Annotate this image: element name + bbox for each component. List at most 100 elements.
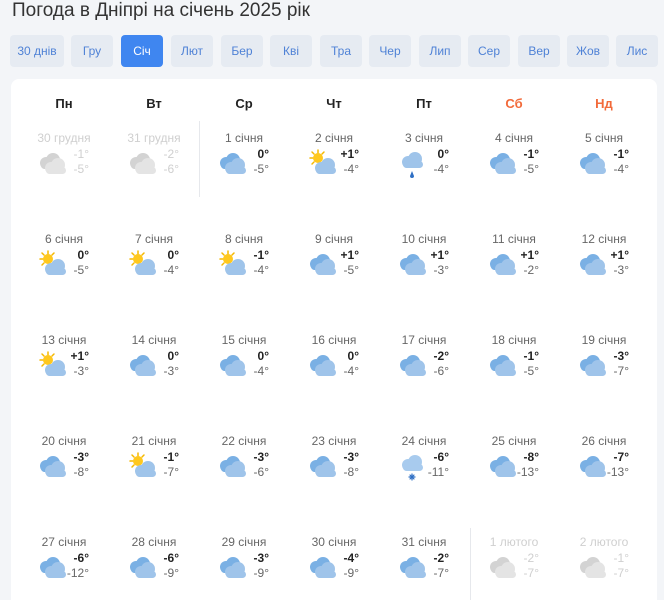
day-cell[interactable]: 1 лютого -2° -7° xyxy=(469,535,559,600)
day-date: 14 січня xyxy=(131,333,177,347)
page-title: Погода в Дніпрі на січень 2025 рік xyxy=(12,0,310,21)
temp-low: -3° xyxy=(163,364,179,378)
temp-high: 0° xyxy=(437,147,449,161)
cloudy-icon xyxy=(307,351,337,381)
temp-low: -8° xyxy=(343,465,359,479)
temp-high: 0° xyxy=(257,147,269,161)
temp-high: -1° xyxy=(73,147,89,161)
month-tab-5[interactable]: Кві xyxy=(270,35,312,67)
day-cell[interactable]: 31 грудня -2° -6° xyxy=(109,131,199,201)
month-tab-2[interactable]: Січ xyxy=(121,35,163,67)
temp-low: -4° xyxy=(253,364,269,378)
temp-low: -5° xyxy=(343,263,359,277)
month-tab-10[interactable]: Вер xyxy=(518,35,560,67)
day-cell[interactable]: 30 грудня -1° -5° xyxy=(19,131,109,201)
cloudy-icon xyxy=(397,250,427,280)
day-date: 11 січня xyxy=(492,232,536,246)
day-cell[interactable]: 3 січня 0° -4° xyxy=(379,131,469,201)
day-cell[interactable]: 30 січня -4° -9° xyxy=(289,535,379,600)
day-cell[interactable]: 22 січня -3° -6° xyxy=(199,434,289,504)
temp-low: -8° xyxy=(73,465,89,479)
month-tab-0[interactable]: 30 днів xyxy=(10,35,64,67)
day-date: 26 січня xyxy=(581,434,627,448)
temp-low: -4° xyxy=(343,364,359,378)
month-tab-1[interactable]: Гру xyxy=(71,35,113,67)
day-cell[interactable]: 19 січня -3° -7° xyxy=(559,333,649,403)
day-cell[interactable]: 31 січня -2° -7° xyxy=(379,535,469,600)
rain-icon xyxy=(397,149,427,179)
day-date: 30 січня xyxy=(311,535,357,549)
month-tab-3[interactable]: Лют xyxy=(171,35,213,67)
month-tabs: 30 днів Гру Січ Лют Бер Кві Тра Чер Лип Сер Вер Жов… xyxy=(10,35,664,67)
day-cell[interactable]: 25 січня -8° -13° xyxy=(469,434,559,504)
weekday-3: Чт xyxy=(326,96,342,111)
cloudy-icon xyxy=(217,553,247,583)
temp-high: 0° xyxy=(347,349,359,363)
day-cell[interactable]: 21 січня -1° -7° xyxy=(109,434,199,504)
day-cell[interactable]: 1 січня 0° -5° xyxy=(199,131,289,201)
temp-high: +1° xyxy=(70,349,89,363)
day-cell[interactable]: 5 січня -1° -4° xyxy=(559,131,649,201)
day-date: 6 січня xyxy=(44,232,84,246)
temp-high: -2° xyxy=(433,551,449,565)
day-date: 17 січня xyxy=(401,333,447,347)
temp-high: -6° xyxy=(163,551,179,565)
day-cell[interactable]: 26 січня -7° -13° xyxy=(559,434,649,504)
day-cell[interactable]: 27 січня -6° -12° xyxy=(19,535,109,600)
day-cell[interactable]: 11 січня +1° -2° xyxy=(469,232,559,302)
day-date: 31 січня xyxy=(401,535,447,549)
day-cell[interactable]: 16 січня 0° -4° xyxy=(289,333,379,403)
weekday-4: Пт xyxy=(416,96,432,111)
day-cell[interactable]: 24 січня -6° -11° xyxy=(379,434,469,504)
temp-high: +1° xyxy=(340,147,359,161)
day-cell[interactable]: 15 січня 0° -4° xyxy=(199,333,289,403)
day-cell[interactable]: 4 січня -1° -5° xyxy=(469,131,559,201)
temp-low: -7° xyxy=(163,465,179,479)
cloudy-icon xyxy=(577,351,607,381)
month-tab-11[interactable]: Жов xyxy=(567,35,609,67)
temp-low: -3° xyxy=(73,364,89,378)
day-date: 13 січня xyxy=(41,333,87,347)
day-cell[interactable]: 6 січня 0° -5° xyxy=(19,232,109,302)
temp-low: -5° xyxy=(73,263,89,277)
day-cell[interactable]: 2 лютого -1° -7° xyxy=(559,535,649,600)
day-cell[interactable]: 17 січня -2° -6° xyxy=(379,333,469,403)
day-date: 24 січня xyxy=(401,434,447,448)
cloudy-icon xyxy=(487,351,517,381)
day-date: 23 січня xyxy=(311,434,357,448)
day-cell[interactable]: 20 січня -3° -8° xyxy=(19,434,109,504)
temp-low: -4° xyxy=(163,263,179,277)
day-cell[interactable]: 18 січня -1° -5° xyxy=(469,333,559,403)
day-cell[interactable]: 10 січня +1° -3° xyxy=(379,232,469,302)
day-cell[interactable]: 23 січня -3° -8° xyxy=(289,434,379,504)
month-tab-6[interactable]: Тра xyxy=(320,35,362,67)
weekday-0: Пн xyxy=(55,96,73,111)
temp-low: -4° xyxy=(343,162,359,176)
day-cell[interactable]: 7 січня 0° -4° xyxy=(109,232,199,302)
day-date: 1 лютого xyxy=(489,535,539,549)
month-tab-8[interactable]: Лип xyxy=(419,35,461,67)
month-tab-12[interactable]: Лис xyxy=(616,35,658,67)
day-cell[interactable]: 13 січня +1° -3° xyxy=(19,333,109,403)
month-tab-9[interactable]: Сер xyxy=(468,35,510,67)
day-cell[interactable]: 9 січня +1° -5° xyxy=(289,232,379,302)
temp-high: -8° xyxy=(523,450,539,464)
day-date: 10 січня xyxy=(401,232,447,246)
day-date: 31 грудня xyxy=(127,131,181,145)
day-date: 8 січня xyxy=(224,232,264,246)
temp-low: -5° xyxy=(523,162,539,176)
temp-high: 0° xyxy=(77,248,89,262)
month-tab-7[interactable]: Чер xyxy=(369,35,411,67)
day-cell[interactable]: 29 січня -3° -9° xyxy=(199,535,289,600)
temp-high: -3° xyxy=(73,450,89,464)
day-cell[interactable]: 12 січня +1° -3° xyxy=(559,232,649,302)
cloudy-icon xyxy=(37,553,67,583)
temp-low: -12° xyxy=(66,566,89,580)
day-cell[interactable]: 14 січня 0° -3° xyxy=(109,333,199,403)
day-cell[interactable]: 28 січня -6° -9° xyxy=(109,535,199,600)
month-tab-4[interactable]: Бер xyxy=(221,35,263,67)
day-cell[interactable]: 8 січня -1° -4° xyxy=(199,232,289,302)
cloudy-icon xyxy=(577,149,607,179)
day-cell[interactable]: 2 січня +1° -4° xyxy=(289,131,379,201)
temp-high: +1° xyxy=(520,248,539,262)
